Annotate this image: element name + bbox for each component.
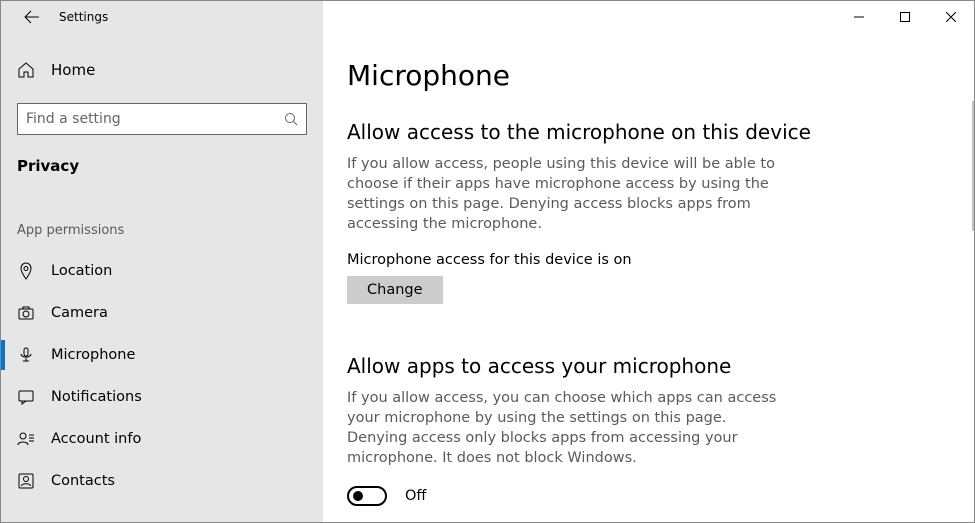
sidebar-item-notifications[interactable]: Notifications	[1, 376, 323, 418]
titlebar-left: Settings	[1, 1, 323, 33]
sidebar-item-location[interactable]: Location	[1, 250, 323, 292]
home-nav[interactable]: Home	[17, 55, 307, 85]
sidebar-item-contacts[interactable]: Contacts	[1, 460, 323, 502]
camera-icon	[17, 304, 35, 322]
home-icon	[17, 61, 35, 79]
sidebar-item-label: Location	[51, 263, 112, 279]
app-title: Settings	[59, 10, 108, 24]
toggle-label: Off	[405, 488, 426, 504]
contacts-icon	[17, 472, 35, 490]
sidebar: Settings Home Privacy App permissions Lo…	[1, 1, 323, 522]
location-icon	[17, 262, 35, 280]
mic-access-status: Microphone access for this device is on	[347, 252, 950, 268]
group2-heading: Allow apps to access your microphone	[347, 354, 950, 378]
sidebar-item-label: Camera	[51, 305, 108, 321]
close-icon	[946, 12, 956, 22]
sidebar-item-account-info[interactable]: Account info	[1, 418, 323, 460]
sidebar-content: Home Privacy App permissions	[1, 33, 323, 238]
home-label: Home	[51, 61, 95, 79]
scrollbar[interactable]	[972, 101, 974, 231]
category-privacy[interactable]: Privacy	[17, 157, 307, 175]
group2-desc: If you allow access, you can choose whic…	[347, 388, 777, 468]
sidebar-item-camera[interactable]: Camera	[1, 292, 323, 334]
close-button[interactable]	[928, 1, 974, 33]
sidebar-item-microphone[interactable]: Microphone	[1, 334, 323, 376]
account-icon	[17, 430, 35, 448]
section-heading: App permissions	[17, 223, 307, 238]
search-box[interactable]	[17, 103, 307, 135]
minimize-button[interactable]	[836, 1, 882, 33]
caption-buttons	[323, 1, 974, 33]
sidebar-item-label: Account info	[51, 431, 141, 447]
page-title: Microphone	[347, 53, 950, 92]
change-button[interactable]: Change	[347, 276, 443, 304]
toggle-row: Off	[347, 486, 950, 506]
apps-mic-toggle[interactable]	[347, 486, 387, 506]
back-button[interactable]	[17, 1, 47, 33]
maximize-button[interactable]	[882, 1, 928, 33]
group1-heading: Allow access to the microphone on this d…	[347, 120, 950, 144]
sidebar-item-label: Contacts	[51, 473, 115, 489]
toggle-knob	[353, 491, 363, 501]
search-input[interactable]	[26, 111, 284, 127]
minimize-icon	[854, 12, 864, 22]
maximize-icon	[900, 12, 910, 22]
sidebar-item-label: Microphone	[51, 347, 135, 363]
main-body: Microphone Allow access to the microphon…	[323, 33, 974, 522]
search-icon	[284, 112, 298, 126]
group1-desc: If you allow access, people using this d…	[347, 154, 777, 234]
nav-list: Location Camera Microphone Notifications…	[1, 250, 323, 502]
microphone-icon	[17, 346, 35, 364]
back-arrow-icon	[24, 9, 40, 25]
notifications-icon	[17, 388, 35, 406]
main: Microphone Allow access to the microphon…	[323, 1, 974, 522]
sidebar-item-label: Notifications	[51, 389, 142, 405]
